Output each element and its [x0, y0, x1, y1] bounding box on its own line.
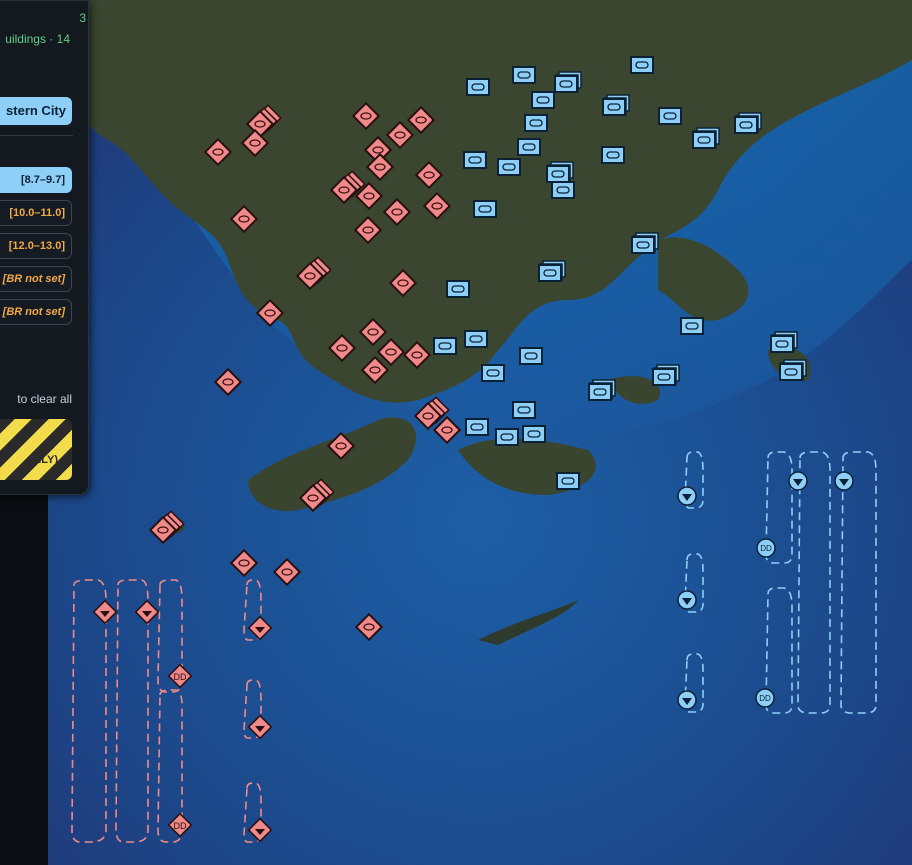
br-button-2[interactable]: [10.0–11.0]: [0, 200, 72, 226]
br-button-3[interactable]: [12.0–13.0]: [0, 233, 72, 259]
blue-destroyer-1[interactable]: DD: [756, 538, 776, 558]
br-button-1[interactable]: [8.7–9.7]: [0, 167, 72, 193]
buildings-count: uildings · 14: [5, 32, 70, 46]
hazard-button[interactable]: NLY): [0, 419, 72, 480]
mission-settings-panel: 3 uildings · 14 stern City [8.7–9.7] [10…: [0, 0, 89, 495]
clear-all-hint: to clear all: [17, 392, 72, 406]
svg-text:DD: DD: [760, 544, 772, 553]
svg-text:DD: DD: [174, 672, 187, 682]
panel-divider: [0, 135, 73, 136]
br-button-4[interactable]: [BR not set]: [0, 266, 72, 292]
city-button[interactable]: stern City: [0, 97, 72, 125]
svg-text:DD: DD: [759, 694, 771, 703]
count-line-1: 3: [79, 11, 86, 25]
mission-map[interactable]: DD DD DD DD: [48, 0, 912, 865]
svg-text:DD: DD: [174, 821, 187, 831]
br-button-5[interactable]: [BR not set]: [0, 299, 72, 325]
blue-destroyer-2[interactable]: DD: [755, 688, 775, 708]
